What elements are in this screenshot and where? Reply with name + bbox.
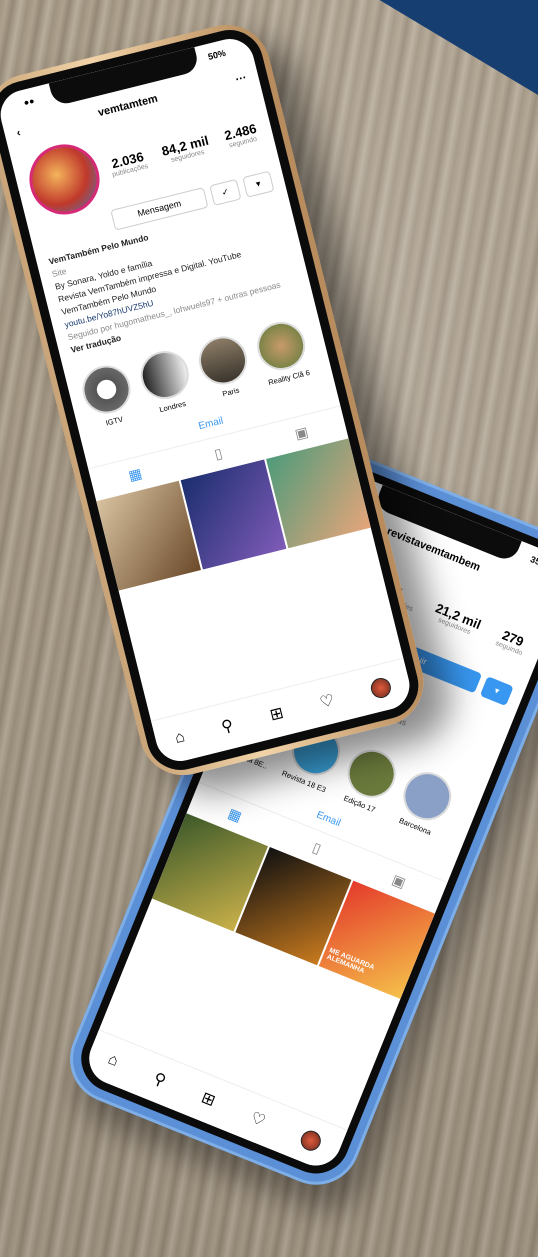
search-icon[interactable]: ⚲	[151, 1068, 169, 1091]
igtv-icon[interactable]: ▯	[310, 839, 323, 858]
search-icon[interactable]: ⚲	[219, 715, 235, 737]
grid-icon[interactable]: ▦	[226, 805, 244, 826]
tagged-icon[interactable]: ▣	[293, 423, 310, 443]
battery-indicator: 35%	[528, 554, 538, 571]
highlight-item[interactable]: IGTV	[76, 360, 139, 431]
back-arrow-icon[interactable]: ‹	[16, 127, 22, 140]
avatar[interactable]	[22, 137, 107, 222]
home-icon[interactable]: ⌂	[173, 728, 187, 748]
home-icon[interactable]: ⌂	[105, 1051, 121, 1071]
battery-indicator: 50%	[206, 47, 227, 62]
igtv-icon[interactable]: ▯	[213, 445, 225, 463]
highlight-cover	[193, 331, 253, 390]
highlight-item[interactable]: Barcelona	[390, 764, 459, 840]
post-caption: ME AGUARDA ALEMANHA	[325, 947, 376, 976]
profile-nav-avatar[interactable]	[368, 675, 393, 701]
highlight-item[interactable]: Reality Clã 6	[251, 316, 314, 388]
profile-stats: 2.036 publicações 84,2 mil seguidores 2.…	[105, 120, 262, 179]
tagged-icon[interactable]: ▣	[389, 871, 408, 892]
heart-icon[interactable]: ♡	[248, 1107, 269, 1131]
highlight-item[interactable]: Londres	[135, 345, 198, 417]
add-post-icon[interactable]: ⊞	[268, 703, 286, 726]
stat-following[interactable]: 279 seguindo	[494, 626, 529, 657]
profile-nav-avatar[interactable]	[297, 1127, 324, 1154]
highlight-item[interactable]: Paris	[193, 331, 256, 402]
stat-posts[interactable]: 2.036 publicações	[108, 148, 149, 179]
highlight-cover	[77, 360, 136, 419]
highlight-cover	[135, 345, 194, 405]
more-icon[interactable]: ⋯	[234, 70, 248, 85]
highlight-item[interactable]: Edição 17	[335, 742, 404, 817]
stat-followers[interactable]: 21,2 mil seguidores	[431, 600, 483, 638]
add-post-icon[interactable]: ⊞	[198, 1088, 218, 1112]
grid-icon[interactable]: ▦	[127, 465, 144, 485]
stat-following[interactable]: 2.486 seguindo	[223, 121, 260, 150]
highlight-cover	[252, 316, 311, 376]
signal-icon: ●●	[22, 95, 36, 108]
heart-icon[interactable]: ♡	[318, 690, 337, 713]
stat-followers[interactable]: 84,2 mil seguidores	[160, 133, 212, 166]
